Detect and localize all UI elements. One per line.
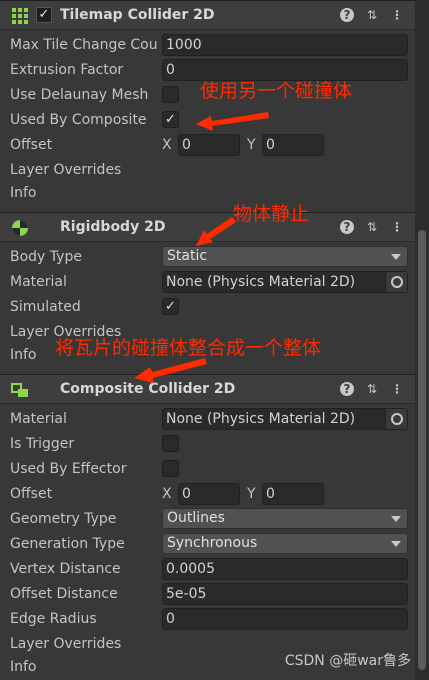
rigidbody-header[interactable]: Rigidbody 2D ? ⇅ ⋮	[0, 212, 415, 242]
presets-icon[interactable]: ⇅	[365, 220, 379, 234]
extrusion-factor-label: Extrusion Factor	[10, 62, 124, 78]
rigidbody-title: Rigidbody 2D	[60, 219, 166, 235]
tilemap-collider-enabled-checkbox[interactable]: ✓	[36, 7, 52, 23]
geometry-type-dropdown[interactable]: Outlines	[162, 508, 408, 529]
composite-material-label: Material	[10, 411, 67, 427]
info-label: Info	[10, 347, 37, 363]
watermark: CSDN @砸war鲁多	[284, 653, 411, 669]
vertex-distance-label: Vertex Distance	[10, 561, 121, 577]
offset-distance-label: Offset Distance	[10, 586, 118, 602]
rigidbody-material-row: Material None (Physics Material 2D)	[0, 270, 415, 295]
chevron-down-icon	[391, 516, 401, 522]
info-label: Info	[10, 659, 37, 675]
generation-type-value: Synchronous	[167, 535, 258, 551]
geometry-type-value: Outlines	[167, 510, 225, 526]
used-by-composite-label: Used By Composite	[10, 112, 147, 128]
info-label: Info	[10, 185, 37, 201]
simulated-row: Simulated ✓	[0, 295, 415, 320]
use-delaunay-checkbox[interactable]	[162, 86, 179, 103]
offset-distance-row: Offset Distance 5e-05	[0, 582, 415, 607]
used-by-effector-label: Used By Effector	[10, 461, 127, 477]
chevron-down-icon	[391, 541, 401, 547]
composite-offset-label: Offset	[10, 486, 53, 502]
context-menu-icon[interactable]: ⋮	[390, 8, 404, 22]
object-picker-icon[interactable]	[385, 409, 407, 429]
composite-collider-title: Composite Collider 2D	[60, 381, 236, 397]
grid-icon	[12, 8, 28, 24]
generation-type-dropdown[interactable]: Synchronous	[162, 533, 408, 554]
used-by-composite-checkbox[interactable]: ✓	[162, 111, 179, 128]
context-menu-icon[interactable]: ⋮	[390, 382, 404, 396]
is-trigger-checkbox[interactable]	[162, 435, 179, 452]
tilemap-offset-x-field[interactable]: 0	[178, 134, 240, 156]
used-by-effector-checkbox[interactable]	[162, 460, 179, 477]
composite-offset-y-field[interactable]: 0	[262, 483, 324, 505]
is-trigger-label: Is Trigger	[10, 436, 75, 452]
rigidbody-icon	[12, 220, 28, 236]
offset-x-label: X	[162, 486, 172, 502]
composite-collider-icon	[11, 383, 28, 397]
body-type-value: Static	[167, 248, 208, 264]
composite-offset-x-field[interactable]: 0	[178, 483, 240, 505]
geometry-type-label: Geometry Type	[10, 511, 117, 527]
object-picker-icon[interactable]	[385, 272, 407, 292]
composite-material-value: None (Physics Material 2D)	[166, 411, 356, 427]
used-by-composite-row: Used By Composite ✓	[0, 108, 415, 133]
max-tile-change-row: Max Tile Change Count 1000	[0, 33, 415, 58]
simulated-label: Simulated	[10, 299, 81, 315]
help-icon[interactable]: ?	[340, 382, 354, 396]
tilemap-layer-overrides-foldout[interactable]: Layer Overrides	[0, 158, 415, 183]
layer-overrides-label: Layer Overrides	[10, 162, 122, 178]
tilemap-offset-row: Offset X 0 Y 0	[0, 133, 415, 158]
vertex-distance-field[interactable]: 0.0005	[162, 558, 408, 580]
scrollbar-thumb[interactable]	[418, 230, 426, 670]
merge-annotation: 将瓦片的碰撞体整合成一个整体	[55, 337, 322, 359]
rigidbody-material-value: None (Physics Material 2D)	[166, 274, 356, 290]
static-annotation: 物体静止	[233, 203, 310, 225]
composite-material-field[interactable]: None (Physics Material 2D)	[162, 408, 408, 430]
rigidbody-material-label: Material	[10, 274, 67, 290]
composite-annotation: 使用另一个碰撞体	[200, 80, 353, 102]
tilemap-collider-title: Tilemap Collider 2D	[60, 7, 215, 23]
presets-icon[interactable]: ⇅	[365, 382, 379, 396]
tilemap-info-foldout[interactable]: Info	[0, 181, 415, 206]
is-trigger-row: Is Trigger	[0, 432, 415, 457]
offset-y-label: Y	[247, 137, 256, 153]
max-tile-change-field[interactable]: 1000	[162, 34, 408, 56]
simulated-checkbox[interactable]: ✓	[162, 298, 179, 315]
offset-y-label: Y	[247, 486, 256, 502]
help-icon[interactable]: ?	[340, 8, 354, 22]
help-icon[interactable]: ?	[340, 220, 354, 234]
edge-radius-label: Edge Radius	[10, 611, 97, 627]
composite-collider-header[interactable]: Composite Collider 2D ? ⇅ ⋮	[0, 374, 415, 404]
context-menu-icon[interactable]: ⋮	[390, 220, 404, 234]
tilemap-offset-label: Offset	[10, 137, 53, 153]
edge-radius-row: Edge Radius 0	[0, 607, 415, 632]
body-type-dropdown[interactable]: Static	[162, 246, 408, 267]
edge-radius-field[interactable]: 0	[162, 608, 408, 630]
rigidbody-material-field[interactable]: None (Physics Material 2D)	[162, 271, 408, 293]
vertical-scrollbar[interactable]	[415, 0, 429, 680]
vertex-distance-row: Vertex Distance 0.0005	[0, 557, 415, 582]
presets-icon[interactable]: ⇅	[365, 8, 379, 22]
layer-overrides-label: Layer Overrides	[10, 636, 122, 652]
tilemap-collider-header[interactable]: ✓ Tilemap Collider 2D ? ⇅ ⋮	[0, 0, 415, 30]
geometry-type-row: Geometry Type Outlines	[0, 507, 415, 532]
generation-type-label: Generation Type	[10, 536, 125, 552]
chevron-down-icon	[391, 254, 401, 260]
use-delaunay-label: Use Delaunay Mesh	[10, 87, 149, 103]
tilemap-offset-y-field[interactable]: 0	[262, 134, 324, 156]
used-by-effector-row: Used By Effector	[0, 457, 415, 482]
max-tile-change-label: Max Tile Change Count	[10, 37, 158, 53]
composite-material-row: Material None (Physics Material 2D)	[0, 407, 415, 432]
composite-offset-row: Offset X 0 Y 0	[0, 482, 415, 507]
offset-x-label: X	[162, 137, 172, 153]
offset-distance-field[interactable]: 5e-05	[162, 583, 408, 605]
body-type-label: Body Type	[10, 249, 82, 265]
generation-type-row: Generation Type Synchronous	[0, 532, 415, 557]
body-type-row: Body Type Static	[0, 245, 415, 270]
